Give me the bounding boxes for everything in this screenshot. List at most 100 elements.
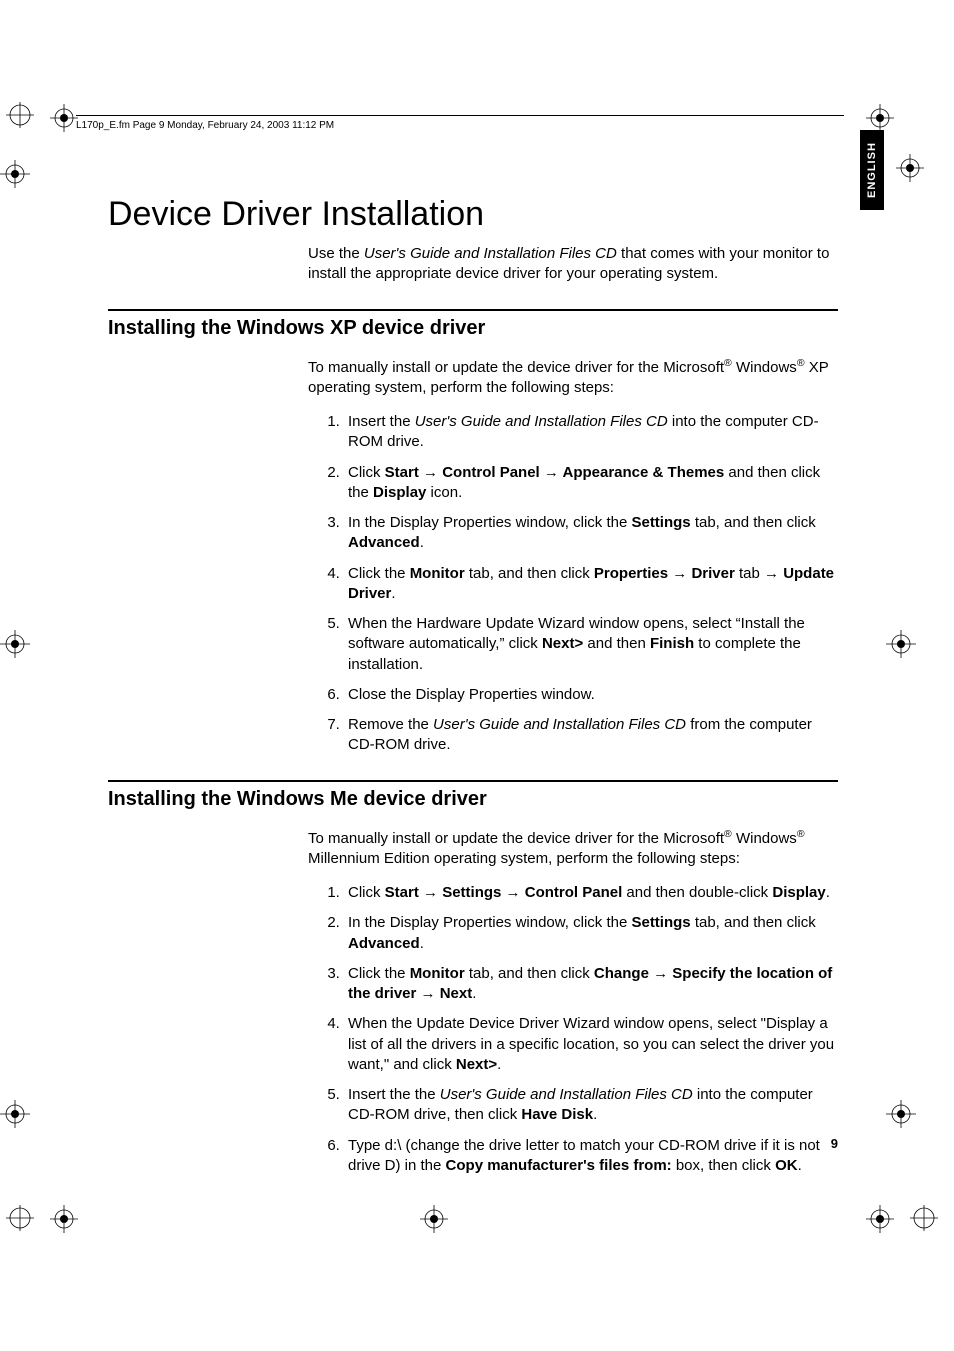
me-step-5: Insert the the User's Guide and Installa… [344,1085,838,1126]
xp-step-5: When the Hardware Update Wizard window o… [344,614,838,675]
intro-pre: Use the [308,245,364,262]
arrow-icon: → [419,884,442,901]
ui-monitor: Monitor [410,965,465,982]
ui-driver: Driver [691,565,734,582]
text: Insert the [348,413,415,430]
arrow-icon: → [668,565,691,582]
xp-body: To manually install or update the device… [308,356,838,756]
crop-mark-left-upper [0,160,30,192]
xp-step-3: In the Display Properties window, click … [344,513,838,554]
xp-intro-mid: Windows [732,359,797,376]
me-intro-post: Millennium Edition operating system, per… [308,850,740,867]
registered-mark: ® [724,828,732,840]
text: . [826,884,830,901]
ui-copy-from-box: Copy manufacturer's files from: [446,1157,672,1174]
header-rule [76,115,844,116]
section-heading-xp: Installing the Windows XP device driver [108,317,838,340]
xp-intro-paragraph: To manually install or update the device… [308,356,838,399]
crop-mark-bottom-left-inner [50,1205,78,1237]
ui-ok: OK [775,1157,798,1174]
crop-mark-top-left-outer [0,102,40,132]
ui-appearance-themes: Appearance & Themes [563,464,725,481]
xp-steps-list: Insert the User's Guide and Installation… [308,412,838,756]
cd-title: User's Guide and Installation Files CD [440,1086,693,1103]
running-head: L170p_E.fm Page 9 Monday, February 24, 2… [76,120,334,131]
page-title: Device Driver Installation [108,195,838,234]
xp-step-1: Insert the User's Guide and Installation… [344,412,838,453]
intro-paragraph: Use the User's Guide and Installation Fi… [308,244,838,285]
ui-display: Display [772,884,825,901]
page-number: 9 [831,1136,838,1151]
text: tab, and then click [691,914,816,931]
language-tab: ENGLISH [860,130,884,210]
ui-next: Next [440,985,473,1002]
ui-settings: Settings [442,884,501,901]
text: In the Display Properties window, click … [348,514,631,531]
me-step-6: Type d:\ (change the drive letter to mat… [344,1136,838,1177]
text: tab, and then click [465,965,594,982]
arrow-icon: → [416,985,439,1002]
crop-mark-right-lower [886,1100,916,1132]
ui-display: Display [373,484,426,501]
page-content: Device Driver Installation Use the User'… [108,195,838,1200]
crop-mark-top-left-inner [50,104,78,136]
me-intro-pre: To manually install or update the device… [308,830,724,847]
me-step-2: In the Display Properties window, click … [344,913,838,954]
arrow-icon: → [419,464,442,481]
crop-mark-bottom-right-outer [904,1205,944,1235]
cd-title: User's Guide and Installation Files CD [433,716,686,733]
arrow-icon: → [649,965,672,982]
section-rule-me [108,780,838,782]
ui-settings: Settings [631,914,690,931]
arrow-icon: → [764,565,783,582]
me-step-1: Click Start → Settings → Control Panel a… [344,883,838,903]
text: When the Update Device Driver Wizard win… [348,1015,834,1073]
xp-intro-pre: To manually install or update the device… [308,359,724,376]
section-rule-xp [108,309,838,311]
ui-next: Next> [542,635,583,652]
registered-mark: ® [724,357,732,369]
text: tab, and then click [465,565,594,582]
crop-mark-bottom-right-inner [866,1205,894,1237]
text: . [497,1056,501,1073]
cd-title: User's Guide and Installation Files CD [415,413,668,430]
text: . [420,534,424,551]
section-heading-me: Installing the Windows Me device driver [108,788,838,811]
crop-mark-right-upper [896,154,924,186]
arrow-icon: → [501,884,524,901]
registered-mark: ® [797,357,805,369]
xp-step-4: Click the Monitor tab, and then click Pr… [344,564,838,605]
me-body: To manually install or update the device… [308,827,838,1177]
ui-have-disk: Have Disk [521,1106,593,1123]
text: Click [348,464,385,481]
crop-mark-left-lower [0,1100,30,1132]
text: . [798,1157,802,1174]
ui-finish: Finish [650,635,694,652]
crop-mark-bottom-left-outer [0,1205,40,1235]
me-intro-paragraph: To manually install or update the device… [308,827,838,870]
crop-mark-left-mid [0,630,30,662]
me-step-3: Click the Monitor tab, and then click Ch… [344,964,838,1005]
ui-advanced: Advanced [348,534,420,551]
crop-mark-right-mid [886,630,916,662]
text: . [420,935,424,952]
ui-properties: Properties [594,565,668,582]
text: . [593,1106,597,1123]
intro-cd-title: User's Guide and Installation Files CD [364,245,617,262]
text: Remove the [348,716,433,733]
text: In the Display Properties window, click … [348,914,631,931]
text: Click the [348,565,410,582]
text: Click the [348,965,410,982]
text: Insert the the [348,1086,440,1103]
crop-mark-bottom-center [420,1205,448,1237]
text: and then double-click [622,884,772,901]
me-step-4: When the Update Device Driver Wizard win… [344,1014,838,1075]
text: . [472,985,476,1002]
text: tab [735,565,764,582]
ui-settings: Settings [631,514,690,531]
text: box, then click [672,1157,775,1174]
ui-control-panel: Control Panel [442,464,540,481]
ui-control-panel: Control Panel [525,884,623,901]
text: . [391,585,395,602]
xp-step-6: Close the Display Properties window. [344,685,838,705]
